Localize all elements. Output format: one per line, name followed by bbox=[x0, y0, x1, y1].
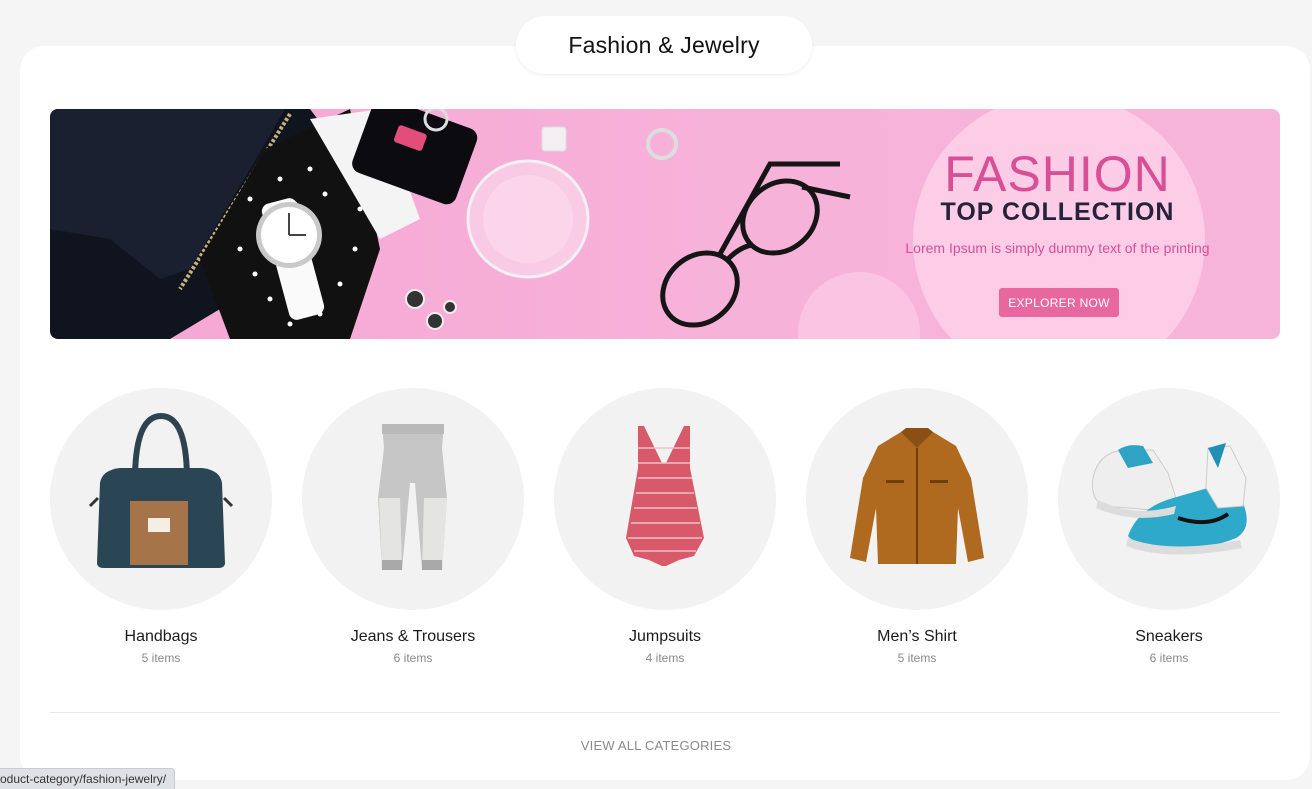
section-title-text: Fashion & Jewelry bbox=[568, 31, 760, 58]
category-count: 6 items bbox=[1149, 651, 1189, 665]
banner-description: Lorem Ipsum is simply dummy text of the … bbox=[905, 240, 1210, 256]
category-count: 4 items bbox=[645, 651, 685, 665]
ring bbox=[646, 128, 678, 160]
category-name[interactable]: Sneakers bbox=[1058, 628, 1280, 646]
category-name[interactable]: Jumpsuits bbox=[554, 628, 776, 646]
banner-product-image bbox=[50, 109, 851, 339]
jacket-icon bbox=[850, 428, 984, 564]
perfume-cap bbox=[541, 126, 567, 152]
category-item-handbags[interactable]: Handbags 5 items bbox=[50, 388, 272, 665]
category-image[interactable] bbox=[806, 388, 1028, 610]
category-count: 6 items bbox=[393, 651, 433, 665]
category-count: 5 items bbox=[897, 651, 937, 665]
category-count: 5 items bbox=[141, 651, 181, 665]
category-image[interactable] bbox=[554, 388, 776, 610]
jumpsuit-icon bbox=[626, 426, 704, 566]
eyeglasses bbox=[660, 161, 851, 328]
sneaker-icon bbox=[1092, 443, 1247, 555]
trousers-icon bbox=[378, 424, 447, 570]
category-item-jumpsuits[interactable]: Jumpsuits 4 items bbox=[554, 388, 776, 665]
banner-title: FASHION bbox=[944, 146, 1171, 202]
handbag-icon bbox=[88, 412, 234, 568]
category-item-mens-shirt[interactable]: Men’s Shirt 5 items bbox=[806, 388, 1028, 665]
footer-divider bbox=[50, 712, 1280, 713]
promo-banner[interactable]: FASHION TOP COLLECTION Lorem Ipsum is si… bbox=[50, 109, 1280, 339]
category-item-sneakers[interactable]: Sneakers 6 items bbox=[1058, 388, 1280, 665]
category-item-jeans-trousers[interactable]: Jeans & Trousers 6 items bbox=[302, 388, 524, 665]
category-name[interactable]: Handbags bbox=[50, 628, 272, 646]
category-name[interactable]: Jeans & Trousers bbox=[302, 628, 524, 646]
view-all-categories-link[interactable]: VIEW ALL CATEGORIES bbox=[0, 738, 1312, 753]
category-image[interactable] bbox=[302, 388, 524, 610]
category-name[interactable]: Men’s Shirt bbox=[806, 628, 1028, 646]
banner-subtitle: TOP COLLECTION bbox=[940, 198, 1175, 226]
explorer-now-button[interactable]: EXPLORER NOW bbox=[999, 288, 1119, 317]
browser-status-bar: oduct-category/fashion-jewelry/ bbox=[0, 768, 176, 789]
earring bbox=[405, 289, 425, 309]
category-image[interactable] bbox=[50, 388, 272, 610]
section-title: Fashion & Jewelry bbox=[516, 16, 812, 74]
category-image[interactable] bbox=[1058, 388, 1280, 610]
